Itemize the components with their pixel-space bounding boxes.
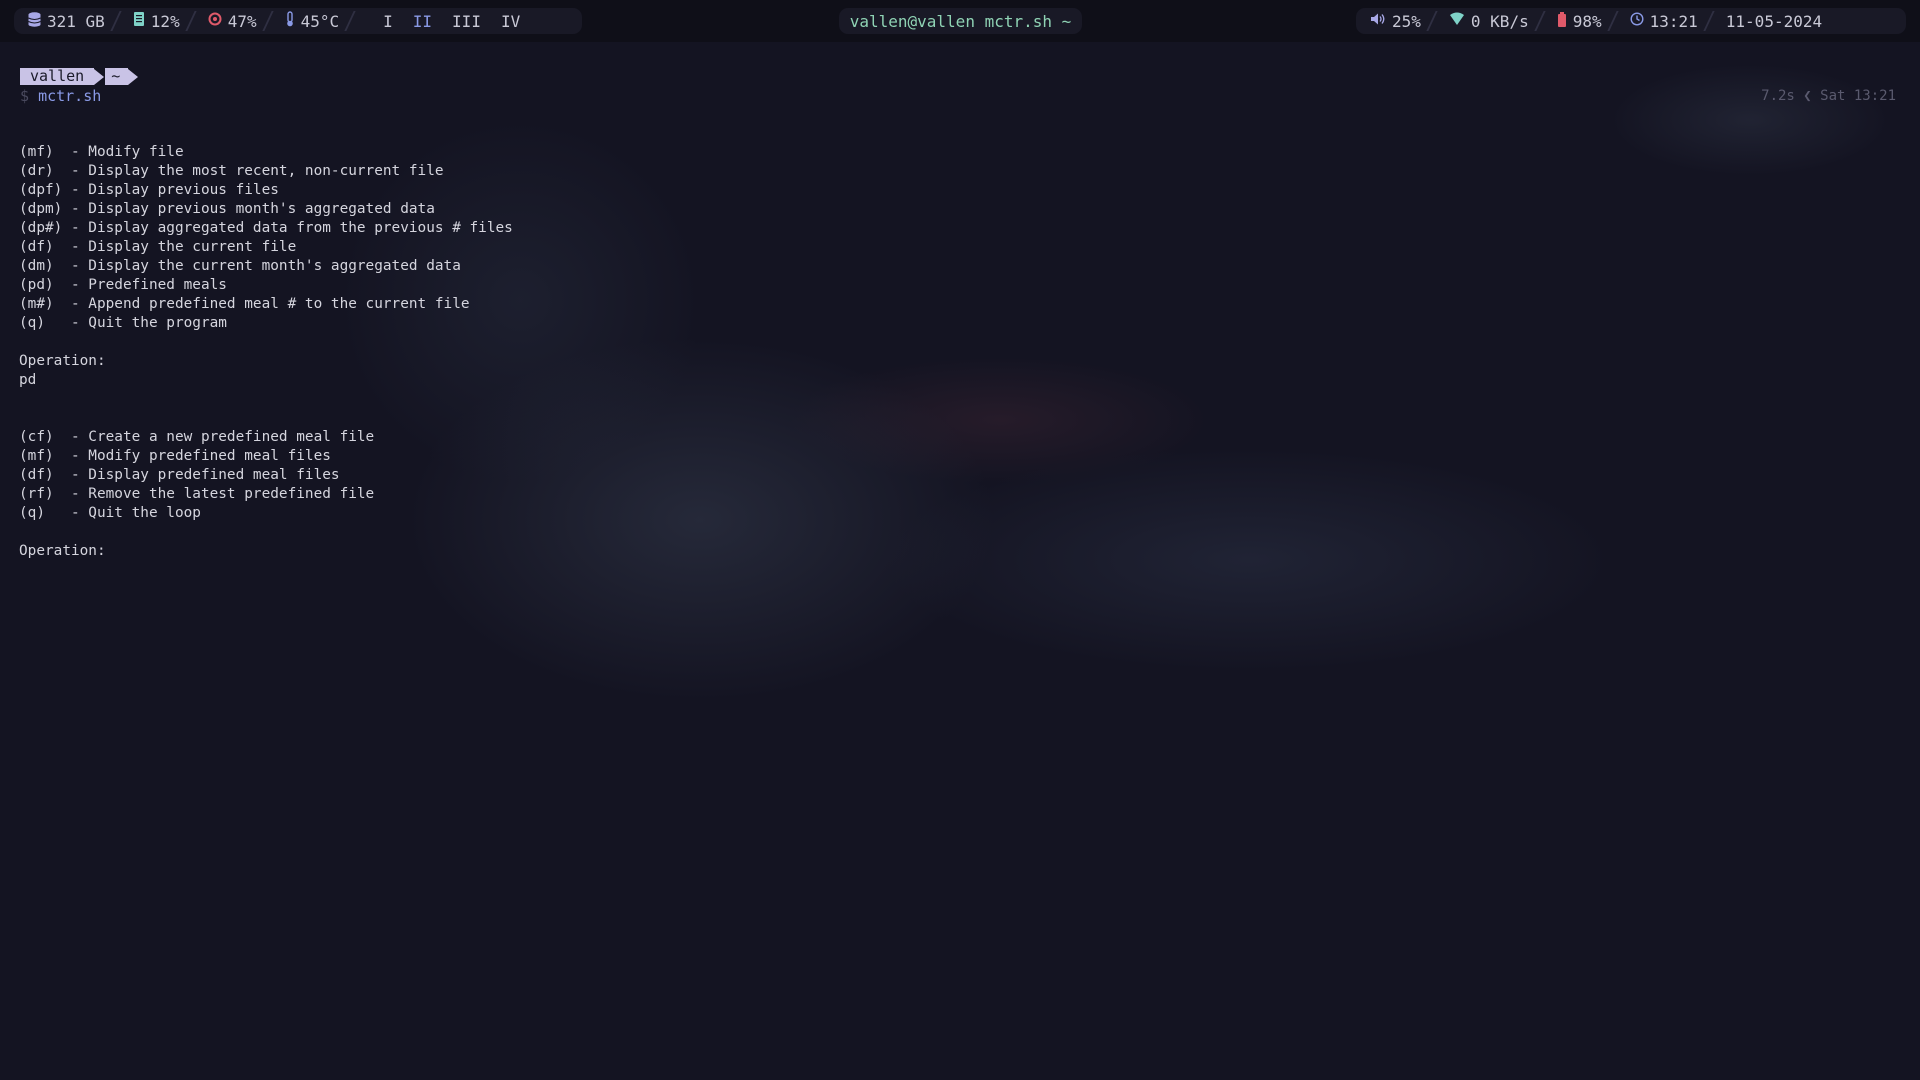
network-value: 0 KB/s [1470,11,1529,31]
disk-value: 321 GB [47,11,105,31]
output-line: (cf) - Create a new predefined meal file [19,429,375,445]
output-line: (q) - Quit the program [19,315,227,331]
output-line: (mf) - Modify file [19,144,184,160]
output-line: Operation: [19,353,106,369]
output-line: (q) - Quit the loop [19,505,201,521]
shell-prompt: vallen ~ [20,68,139,85]
workspace-4[interactable]: IV [491,12,530,31]
workspace-2[interactable]: II [403,12,442,31]
right-prompt: 7.2s ❮ Sat 13:21 [1761,88,1896,104]
memory-widget[interactable]: 12% [119,8,194,34]
terminal-window[interactable]: vallen ~ $ mctr.sh 7.2s ❮ Sat 13:21 (mf)… [16,58,1900,1058]
output-line: (df) - Display predefined meal files [19,467,340,483]
prompt-directory: ~ [105,68,129,85]
prompt-user: vallen [20,68,95,85]
disk-widget[interactable]: 321 GB [14,8,119,34]
cpu-icon [208,12,222,30]
window-title: vallen@vallen mctr.sh ~ [849,11,1072,31]
date-widget[interactable]: 11-05-2024 [1712,8,1836,34]
output-line: (dpm) - Display previous month's aggrega… [19,201,435,217]
battery-value: 98% [1572,11,1602,31]
workspace-1[interactable]: I [373,12,403,31]
prompt-end-icon [128,68,139,85]
wifi-icon [1449,12,1465,30]
clock-widget[interactable]: 13:21 [1616,8,1712,34]
output-line: (pd) - Predefined meals [19,277,227,293]
memory-icon [133,11,145,31]
window-title-widget[interactable]: vallen@vallen mctr.sh ~ [839,8,1082,34]
status-bar: 321 GB 12% 47% 45°C I II III IV vallen@v… [0,0,1920,42]
speaker-icon [1370,12,1386,30]
volume-value: 25% [1392,11,1421,31]
output-line: (dp#) - Display aggregated data from the… [19,220,513,236]
thermometer-icon [285,11,295,31]
output-line: pd [19,372,37,388]
command-line: $ mctr.sh [20,87,101,106]
temperature-value: 45°C [300,11,340,31]
output-line: (dr) - Display the most recent, non-curr… [19,163,444,179]
command-text: mctr.sh [38,87,102,105]
output-line: (dm) - Display the current month's aggre… [19,258,461,274]
command-prefix: $ [20,87,30,105]
time-value: 13:21 [1649,11,1698,31]
output-line: (m#) - Append predefined meal # to the c… [19,296,470,312]
battery-widget[interactable]: 98% [1543,8,1616,34]
status-bar-right: 25% 0 KB/s 98% 13:21 11-05-2024 [1356,8,1906,34]
memory-value: 12% [150,11,180,31]
workspace-switcher: I II III IV [353,8,544,34]
output-line: (mf) - Modify predefined meal files [19,448,331,464]
date-value: 11-05-2024 [1725,11,1823,31]
database-icon [28,11,41,31]
output-line: (rf) - Remove the latest predefined file [19,486,375,502]
output-line: (dpf) - Display previous files [19,182,279,198]
cpu-widget[interactable]: 47% [194,8,271,34]
desktop: 321 GB 12% 47% 45°C I II III IV vallen@v… [0,0,1920,1080]
volume-widget[interactable]: 25% [1356,8,1435,34]
workspace-3[interactable]: III [442,12,491,31]
terminal-output: (mf) - Modify file (dr) - Display the mos… [19,143,513,561]
cpu-value: 47% [227,11,257,31]
output-line: (df) - Display the current file [19,239,297,255]
clock-icon [1630,12,1644,30]
prompt-separator-icon [94,68,105,85]
battery-icon [1557,11,1567,31]
output-line: Operation: [19,543,106,559]
status-bar-left: 321 GB 12% 47% 45°C I II III IV [14,8,582,34]
network-widget[interactable]: 0 KB/s [1435,8,1543,34]
temperature-widget[interactable]: 45°C [271,8,354,34]
